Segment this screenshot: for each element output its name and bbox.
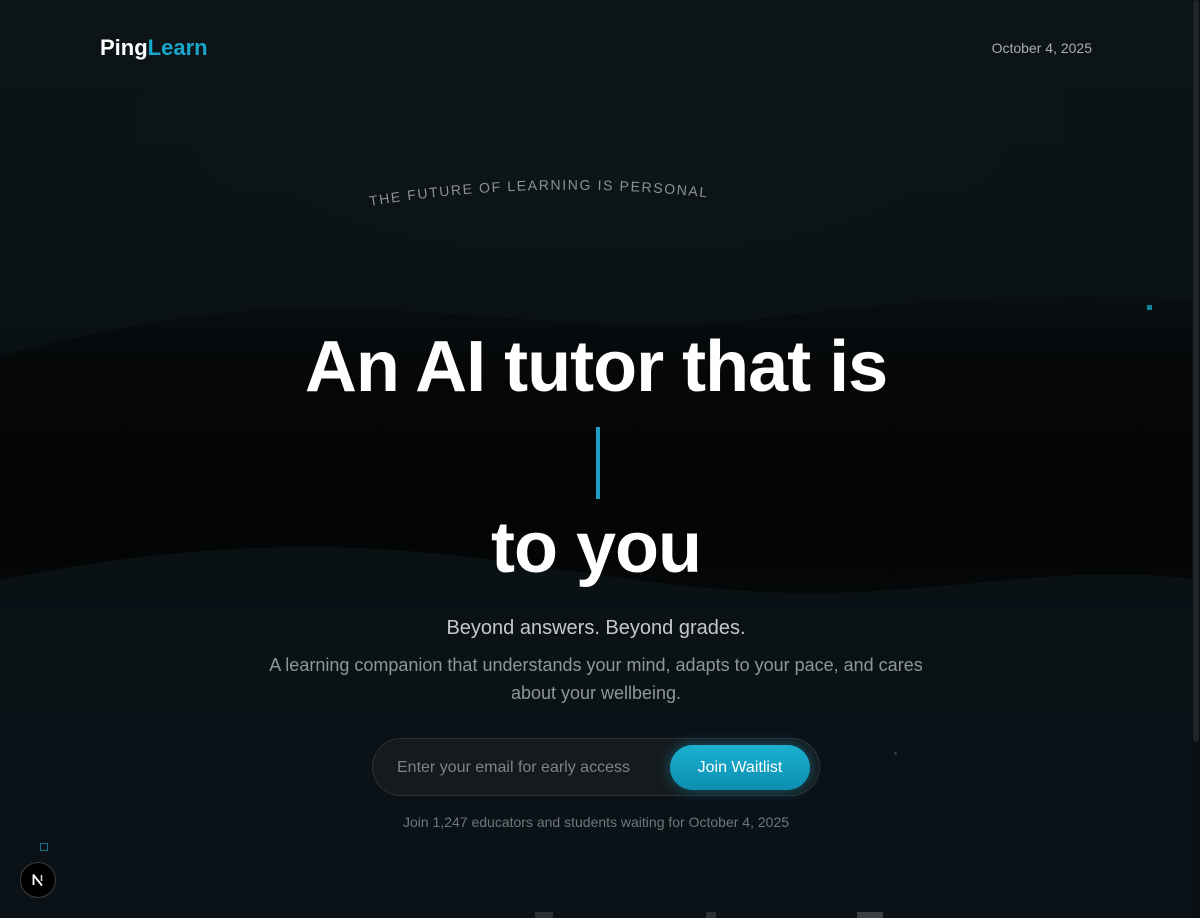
next-section-peek bbox=[857, 912, 883, 918]
background-wave-bottom bbox=[0, 547, 1200, 918]
eyebrow-text: THE FUTURE OF LEARNING IS PERSONAL bbox=[368, 177, 708, 209]
scrollbar-thumb[interactable] bbox=[1193, 0, 1199, 742]
eyebrow-heading: THE FUTURE OF LEARNING IS PERSONAL bbox=[360, 177, 720, 218]
scrollbar[interactable] bbox=[1192, 0, 1200, 918]
launch-date: October 4, 2025 bbox=[991, 40, 1092, 56]
logo-text-learn: Learn bbox=[147, 35, 208, 60]
site-header: PingLearn October 4, 2025 bbox=[0, 0, 1200, 96]
n-logo-icon bbox=[32, 874, 43, 887]
join-waitlist-button[interactable]: Join Waitlist bbox=[670, 745, 810, 790]
tagline: Beyond answers. Beyond grades. bbox=[446, 617, 746, 639]
decorative-dot bbox=[894, 752, 897, 755]
next-section-peek bbox=[535, 912, 553, 918]
next-section-peek bbox=[706, 912, 716, 918]
landing-page: PingLearn October 4, 2025 THE FUTURE OF … bbox=[0, 0, 1200, 918]
svg-text:THE FUTURE OF LEARNING IS PERS: THE FUTURE OF LEARNING IS PERSONAL bbox=[368, 177, 710, 209]
description: A learning companion that understands yo… bbox=[269, 655, 923, 703]
decorative-dot bbox=[1147, 305, 1152, 310]
typing-caret bbox=[596, 427, 600, 499]
headline-line-3: to you bbox=[491, 508, 702, 588]
nextjs-dev-badge[interactable] bbox=[20, 862, 56, 898]
waitlist-form: Join Waitlist bbox=[372, 738, 820, 796]
decorative-square bbox=[40, 843, 48, 851]
logo-text-ping: Ping bbox=[100, 35, 148, 60]
logo[interactable]: PingLearn bbox=[100, 35, 208, 61]
email-input[interactable] bbox=[397, 754, 667, 782]
headline-line-1: An AI tutor that is bbox=[304, 327, 888, 407]
waitlist-count-note: Join 1,247 educators and students waitin… bbox=[402, 814, 790, 830]
